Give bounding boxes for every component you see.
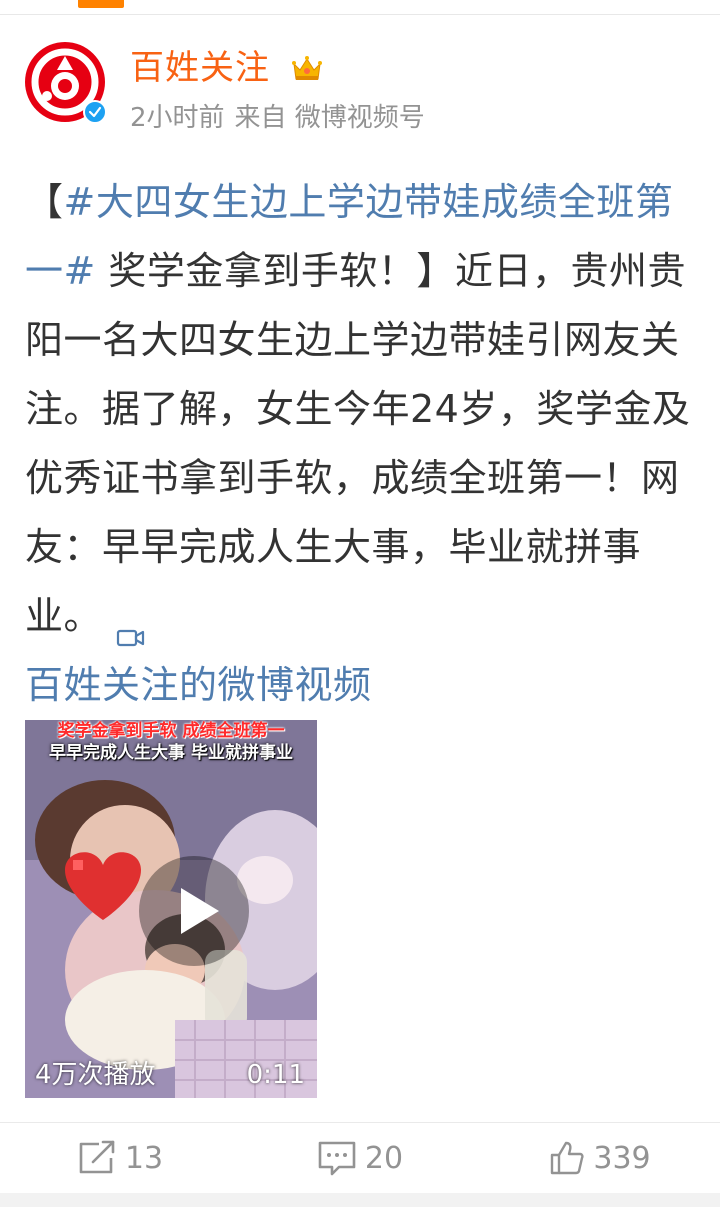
repost-count: 13 [124,1140,164,1176]
play-icon [181,888,219,934]
video-thumbnail[interactable]: 奖学金拿到手软 成绩全班第一 早早完成人生大事 毕业就拼事业 4万次播放 0:1… [25,720,317,1098]
video-camera-icon[interactable] [116,603,146,646]
video-duration: 0:11 [246,1060,305,1090]
comment-count: 20 [364,1140,404,1176]
verified-badge-icon [83,100,107,124]
bottom-strip [0,1193,720,1207]
headline-open-bracket: 【 [25,180,64,224]
thumbs-up-icon [551,1141,584,1175]
post-meta: 2小时前 来自 微博视频号 [130,98,435,138]
like-count: 339 [593,1140,651,1176]
top-divider [0,14,720,15]
headline-rest: 奖学金拿到手软！】 [95,249,455,293]
play-count: 4万次播放 [35,1060,156,1090]
post-source[interactable]: 来自 微博视频号 [235,103,425,133]
repost-button[interactable]: 13 [0,1123,240,1193]
play-button[interactable] [139,856,249,966]
comment-icon [318,1141,356,1176]
video-caption-line2: 早早完成人生大事 毕业就拼事业 [49,743,293,763]
post-time: 2小时前 [130,103,225,133]
repost-icon [79,1140,115,1174]
author-avatar[interactable] [25,42,107,124]
video-caption-line1: 奖学金拿到手软 成绩全班第一 [57,721,285,741]
action-bar: 13 20 339 [0,1123,720,1193]
comment-button[interactable]: 20 [240,1123,480,1193]
active-tab-indicator [78,0,124,8]
post-body-text: 近日，贵州贵阳一名大四女生边上学边带娃引网友关注。据了解，女生今年24岁，奖学金… [25,249,691,638]
like-button[interactable]: 339 [480,1123,720,1193]
post-body: 【#大四女生边上学边带娃成绩全班第一# 奖学金拿到手软！】近日，贵州贵阳一名大四… [25,168,697,720]
video-link[interactable]: 百姓关注的微博视频 [25,663,372,707]
author-name[interactable]: 百姓关注 [130,46,270,90]
crown-icon [290,52,324,86]
